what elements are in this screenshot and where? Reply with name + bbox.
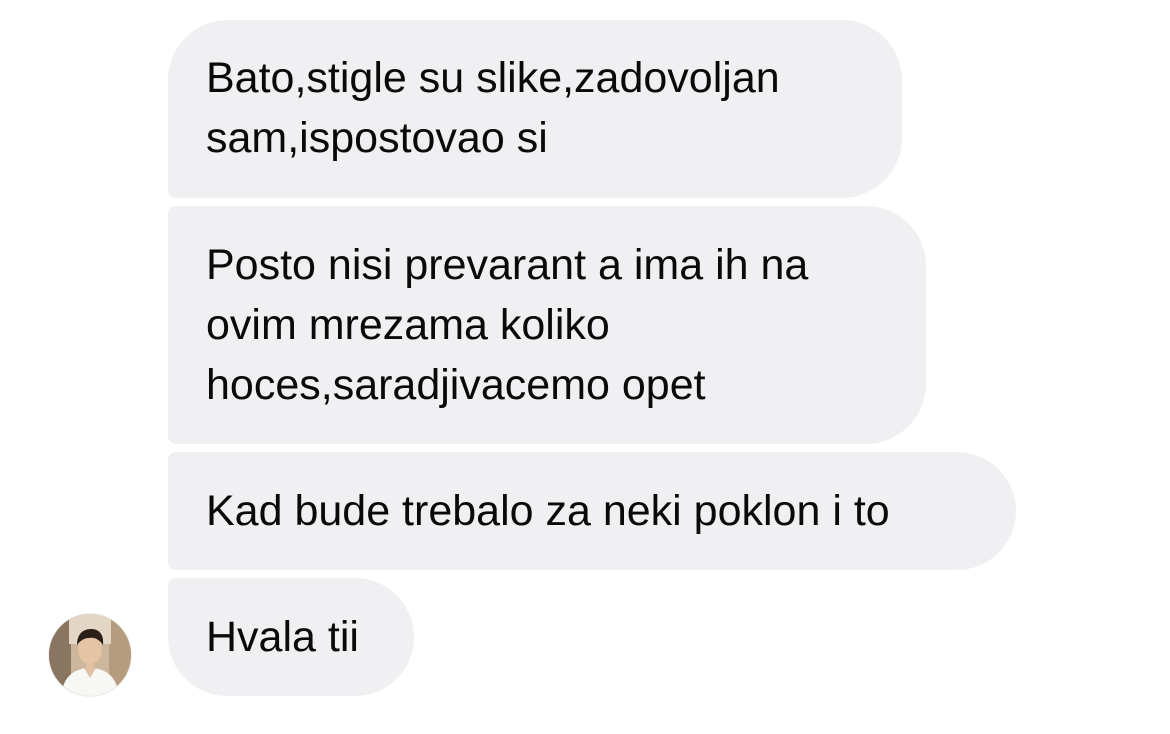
avatar[interactable] — [49, 614, 131, 696]
message-thread: Bato,stigle su slike,zadovoljan sam,ispo… — [0, 0, 1170, 734]
message-bubble[interactable]: Hvala tii — [168, 578, 414, 696]
message-bubble[interactable]: Bato,stigle su slike,zadovoljan sam,ispo… — [168, 20, 902, 198]
message-bubble[interactable]: Kad bude trebalo za neki poklon i to — [168, 452, 1016, 570]
message-bubble[interactable]: Posto nisi prevarant a ima ih na ovim mr… — [168, 206, 926, 444]
user-avatar-icon — [49, 614, 131, 696]
